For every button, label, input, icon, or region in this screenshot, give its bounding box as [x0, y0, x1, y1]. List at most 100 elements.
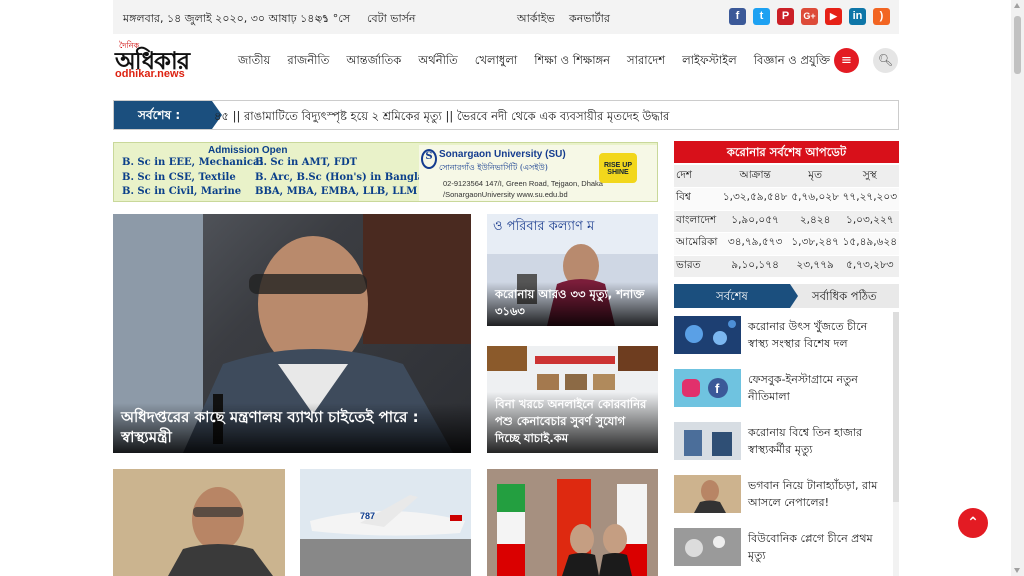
svg-text:f: f: [715, 381, 720, 396]
deaths-cell: ২৩,৭৭৯: [789, 255, 841, 278]
list-item[interactable]: f ফেসবুক-ইনস্টাগ্রামে নতুন নীতিমালা: [674, 369, 889, 413]
table-row: আমেরিকা ৩৪,৭৯,৫৭৩ ১,৩৮,২৪৭ ১৫,৪৯,৬২৪: [674, 232, 899, 256]
tab-latest[interactable]: সর্বশেষ: [674, 284, 798, 308]
deaths-cell: ৫,৭৬,০২৮: [789, 187, 841, 211]
converter-link[interactable]: কনভার্টার: [569, 10, 610, 29]
story-card[interactable]: [487, 469, 658, 576]
table-header-row: দেশ আক্রান্ত মৃত সুস্থ: [674, 165, 899, 188]
nav-item-politics[interactable]: রাজনীতি: [287, 52, 329, 71]
current-date: মঙ্গলবার, ১৪ জুলাই ২০২০, ৩০ আষাঢ় ১৪২৭: [123, 12, 329, 25]
logo-url: odhikar.news: [115, 68, 185, 80]
list-item[interactable]: করোনায় বিশ্বে তিন হাজার স্বাস্থ্যকর্মীর…: [674, 422, 889, 466]
lead-story-card[interactable]: অধিদপ্তরের কাছে মন্ত্রণালয় ব্যাখ্যা চাই…: [113, 214, 471, 453]
list-item-title: করোনায় বিশ্বে তিন হাজার স্বাস্থ্যকর্মীর…: [748, 426, 863, 456]
scroll-down-arrow-icon[interactable]: [1014, 568, 1020, 573]
rise-up-shine-badge: RISE UP SHINE: [599, 153, 637, 183]
search-button[interactable]: 🔍︎: [873, 48, 898, 73]
archive-link[interactable]: আর্কাইভ: [517, 10, 555, 29]
nav-item-national[interactable]: জাতীয়: [238, 52, 270, 71]
column-header: দেশ: [674, 165, 721, 188]
page-scrollbar[interactable]: [1011, 0, 1024, 576]
story-card[interactable]: বিনা খরচে অনলাইনে কোরবানির পশু কেনাবেচার…: [487, 346, 658, 453]
news-thumbnail: [674, 422, 741, 460]
news-thumbnail: [674, 316, 741, 354]
page-scroll-thumb[interactable]: [1014, 16, 1021, 74]
nav-item-lifestyle[interactable]: লাইফস্টাইল: [682, 52, 737, 71]
list-item[interactable]: করোনার উৎস খুঁজতে চীনে স্বাস্থ্য সংস্থার…: [674, 316, 889, 360]
ad-program: BBA, MBA, EMBA, LLB, LLM: [255, 186, 418, 197]
news-thumbnail: f: [674, 369, 741, 407]
country-cell: ভারত: [674, 255, 721, 278]
linkedin-icon[interactable]: in: [849, 8, 866, 25]
pinterest-icon[interactable]: P: [777, 8, 794, 25]
infected-cell: ৯,১০,১৭৪: [720, 255, 790, 278]
nav-item-sports[interactable]: খেলাধুলা: [475, 52, 517, 71]
recovered-cell: ৫,৭৩,২৮৩: [840, 255, 899, 278]
column-header: মৃত: [789, 165, 841, 188]
twitter-icon[interactable]: t: [753, 8, 770, 25]
story-card[interactable]: 787: [300, 469, 471, 576]
corona-stats-table: দেশ আক্রান্ত মৃত সুস্থ বিশ্ব ১,৩২,৫৯,৫৪৮…: [674, 165, 899, 278]
ad-university-block: S Sonargaon University (SU) সোনারগাঁও ইউ…: [419, 145, 657, 201]
back-to-top-button[interactable]: ⌃: [958, 508, 988, 538]
recovered-cell: ১৫,৪৯,৬২৪: [840, 232, 899, 256]
list-item[interactable]: বিউবোনিক প্লেগে চীনে প্রথম মৃত্যু: [674, 528, 889, 572]
story-photo: [487, 469, 658, 576]
top-bar: মঙ্গলবার, ১৪ জুলাই ২০২০, ৩০ আষাঢ় ১৪২৭ ৩…: [113, 0, 899, 34]
nav-item-education[interactable]: শিক্ষা ও শিক্ষাঙ্গন: [534, 52, 610, 71]
list-item-title: ফেসবুক-ইনস্টাগ্রামে নতুন নীতিমালা: [748, 373, 858, 403]
svg-text:787: 787: [360, 511, 375, 521]
ad-programs-col1: B. Sc in EEE, Mechanical B. Sc in CSE, T…: [122, 156, 263, 200]
country-cell: আমেরিকা: [674, 232, 721, 256]
contact-line: 02-9123564 147/I, Green Road, Tejgaon, D…: [443, 179, 603, 188]
ad-program: B. Sc in AMT, FDT: [255, 157, 358, 168]
site-logo[interactable]: দৈনিক অধিকার odhikar.news: [113, 40, 208, 82]
table-row: বিশ্ব ১,৩২,৫৯,৫৪৮ ৫,৭৬,০২৮ ৭৭,২৭,২০৩: [674, 187, 899, 211]
list-item-title: করোনার উৎস খুঁজতে চীনে স্বাস্থ্য সংস্থার…: [748, 320, 868, 350]
nav-item-economy[interactable]: অর্থনীতি: [418, 52, 457, 71]
news-thumbnail: [674, 528, 741, 566]
social-links: f t P G+ ▶ in ): [729, 8, 890, 25]
scroll-up-arrow-icon[interactable]: [1014, 3, 1020, 8]
country-cell: বাংলাদেশ: [674, 210, 721, 233]
svg-text:ও পরিবার কল্যাণ ম: ও পরিবার কল্যাণ ম: [493, 218, 595, 234]
lead-story-title: অধিদপ্তরের কাছে মন্ত্রণালয় ব্যাখ্যা চাই…: [113, 403, 471, 453]
country-cell: বিশ্ব: [674, 187, 721, 211]
latest-list-scroll-thumb[interactable]: [893, 312, 899, 502]
story-card[interactable]: ও পরিবার কল্যাণ ম করোনায় আরও ৩৩ মৃত্যু,…: [487, 214, 658, 326]
main-nav: জাতীয় রাজনীতি আন্তর্জাতিক অর্থনীতি খেলা…: [238, 52, 830, 71]
nav-item-country[interactable]: সারাদেশ: [627, 52, 665, 71]
google-plus-icon[interactable]: G+: [801, 8, 818, 25]
menu-button[interactable]: ≡: [834, 48, 859, 73]
list-item-title: ভগবান নিয়ে টানাহ্যাঁচড়া, রাম আসলে নেপা…: [748, 479, 878, 509]
ticker-text[interactable]: ৪৫ || রাঙামাটিতে বিদ্যুৎস্পৃষ্ট হয়ে ২ শ…: [214, 108, 669, 127]
latest-list-scrollbar[interactable]: [893, 312, 899, 576]
ad-program: B. Sc in CSE, Textile: [122, 171, 236, 183]
recovered-cell: ১,০৩,২২৭: [840, 210, 899, 233]
story-card[interactable]: [113, 469, 285, 576]
ad-program: B. Sc in Civil, Marine: [122, 186, 242, 197]
rss-icon[interactable]: ): [873, 8, 890, 25]
beta-version-link[interactable]: বেটা ভার্সন: [367, 10, 415, 29]
university-logo-icon: S: [421, 149, 437, 169]
search-icon: 🔍︎: [877, 53, 894, 67]
ad-program: B. Arc, B.Sc (Hon's) in Bangla: [255, 171, 425, 183]
temperature: ৩১ °সে: [315, 12, 351, 25]
admission-ad-banner[interactable]: Admission Open B. Sc in EEE, Mechanical …: [113, 142, 658, 202]
list-item[interactable]: ভগবান নিয়ে টানাহ্যাঁচড়া, রাম আসলে নেপা…: [674, 475, 889, 519]
university-name-bn: সোনারগাঁও ইউনিভার্সিটি (এসইউ): [439, 163, 548, 172]
chevron-up-icon: ⌃: [967, 515, 979, 531]
youtube-icon[interactable]: ▶: [825, 8, 842, 25]
list-item-title: বিউবোনিক প্লেগে চীনে প্রথম মৃত্যু: [748, 532, 873, 562]
story-title: করোনায় আরও ৩৩ মৃত্যু, শনাক্ত ৩১৬৩: [487, 282, 658, 326]
ad-heading: Admission Open: [208, 145, 288, 156]
facebook-icon[interactable]: f: [729, 8, 746, 25]
infected-cell: ৩৪,৭৯,৫৭৩: [720, 232, 790, 256]
nav-item-international[interactable]: আন্তর্জাতিক: [346, 52, 401, 71]
news-thumbnail: [674, 475, 741, 513]
nav-item-science[interactable]: বিজ্ঞান ও প্রযুক্তি: [754, 52, 830, 71]
university-contact: 02-9123564 147/I, Green Road, Tejgaon, D…: [443, 178, 603, 200]
news-tabs: সর্বশেষ সর্বাধিক পঠিত: [674, 284, 899, 308]
recovered-cell: ৭৭,২৭,২০৩: [840, 187, 899, 211]
tab-most-read[interactable]: সর্বাধিক পঠিত: [812, 284, 877, 308]
